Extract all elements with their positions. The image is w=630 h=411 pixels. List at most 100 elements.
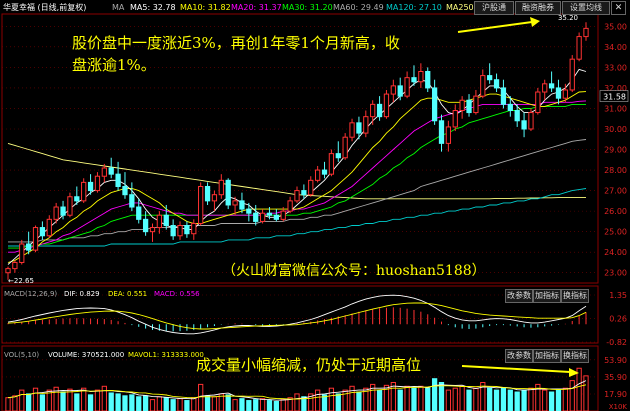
volume-bar [459, 385, 465, 411]
volume-bar [397, 389, 403, 411]
headline-arrow-shaft [457, 21, 533, 33]
candle-body [555, 87, 562, 99]
vol-switch-indicator-button[interactable]: 换指标 [561, 349, 589, 363]
ma-line-ma10 [7, 91, 587, 263]
vol-add-indicator-button[interactable]: 加指标 [533, 349, 561, 363]
candle-body [576, 36, 582, 60]
candle-body [321, 169, 328, 175]
candle-body [142, 218, 149, 233]
candle-body [404, 77, 410, 97]
candle-body [431, 87, 438, 122]
candle-body [521, 120, 527, 130]
volume-bar [452, 387, 458, 411]
volume-bar [149, 399, 156, 411]
volume-note-annotation: 成交量小幅缩减，仍处于近期高位 [196, 356, 421, 374]
volume-bar [94, 389, 101, 411]
macd-dif-line [7, 294, 587, 335]
price-tick-label: 29.00 [604, 146, 627, 155]
candle-body [60, 206, 66, 216]
volume-bar [569, 380, 575, 411]
candle-body [480, 75, 486, 97]
volume-bar [5, 397, 11, 411]
close-icon[interactable]: ✕ [611, 1, 626, 15]
candle-body [53, 206, 59, 220]
candle-body [280, 210, 286, 220]
volume-bar [26, 393, 32, 411]
candle-body [528, 112, 534, 130]
candle-body [383, 93, 390, 118]
candle-body [376, 103, 383, 118]
candle-body [94, 175, 101, 192]
volume-bar [156, 396, 163, 411]
candle-body [514, 110, 520, 122]
volume-bar [425, 387, 431, 411]
candle-body [253, 212, 259, 222]
headline-arrowhead [530, 17, 540, 27]
candle-body [136, 206, 142, 220]
margin-trading-button[interactable]: 融资融券 [515, 1, 561, 15]
stock-chart-window: 35.00 34.00 33.00 32.00 31.00 30.00 29.00 28.00… [0, 0, 630, 411]
volume-bar [349, 385, 355, 411]
price-tick-label: 33.00 [604, 63, 627, 72]
volume-bar [87, 394, 94, 411]
symbol-title: 华夏幸福 (日线,前复权) [3, 2, 86, 12]
candle-body [204, 185, 211, 202]
ma-settings-button[interactable]: 设置均线 [562, 1, 610, 15]
ma-legend-item: MA60: 29.49 [333, 3, 384, 12]
macd-add-indicator-button[interactable]: 加指标 [533, 289, 561, 303]
volume-bar [335, 393, 341, 411]
candle-body [259, 212, 266, 222]
candle-body [397, 85, 403, 97]
volume-bar [280, 399, 286, 411]
macd-title: MACD(12,26,9) [4, 290, 57, 298]
candle-body [5, 268, 11, 274]
candle-body [101, 167, 107, 177]
candle-body [500, 87, 507, 105]
candle-body [184, 225, 190, 235]
candle-body [177, 225, 183, 237]
candle-body [548, 83, 555, 89]
vol-edit-params-button[interactable]: 改参数 [505, 349, 533, 363]
candle-body [418, 70, 424, 83]
volume-unit-label: X10K [609, 403, 628, 411]
volume-bar [198, 383, 204, 411]
macd-switch-indicator-button[interactable]: 换指标 [561, 289, 589, 303]
volume-bar [542, 389, 548, 411]
volume-bar [246, 400, 252, 411]
hk-connect-button[interactable]: 沪股通 [474, 1, 514, 15]
volume-bar [19, 389, 25, 411]
volume-bar [445, 389, 452, 411]
volume-tick-label: 17.90 [604, 390, 627, 399]
volume-bar [487, 387, 493, 411]
volume-bar [438, 382, 445, 411]
candle-body [542, 83, 548, 93]
volume-bar [548, 391, 555, 411]
candle-body [356, 122, 362, 134]
candle-body [198, 185, 204, 224]
candle-body [363, 116, 369, 134]
volume-bar [101, 385, 107, 411]
watermark-annotation: （火山财富微信公众号：huoshan5188） [222, 262, 486, 279]
volume-bar [239, 398, 245, 411]
candle-body [315, 169, 321, 181]
candle-body [46, 218, 52, 237]
ma-legend-item: MA20: 31.37 [231, 3, 282, 12]
candle-body [149, 227, 156, 233]
ma-legend-item: MA5: 32.78 [130, 3, 176, 12]
macd-edit-params-button[interactable]: 改参数 [505, 289, 533, 303]
volume-title: VOL(5,10) [4, 351, 39, 359]
volume-tick-label: 53.90 [604, 356, 627, 365]
candle-body [583, 27, 589, 38]
candle-body [349, 122, 355, 138]
macd-dea-line [7, 302, 587, 330]
volume-bar [356, 391, 362, 411]
volume-bar [273, 401, 279, 411]
candle-body [445, 126, 452, 144]
candle-body [335, 153, 341, 159]
volume-bar [32, 387, 39, 411]
volume-bar [211, 396, 218, 411]
candle-body [191, 222, 197, 235]
volume-bar [473, 387, 479, 411]
candle-body [390, 85, 396, 95]
candle-body [438, 120, 445, 144]
